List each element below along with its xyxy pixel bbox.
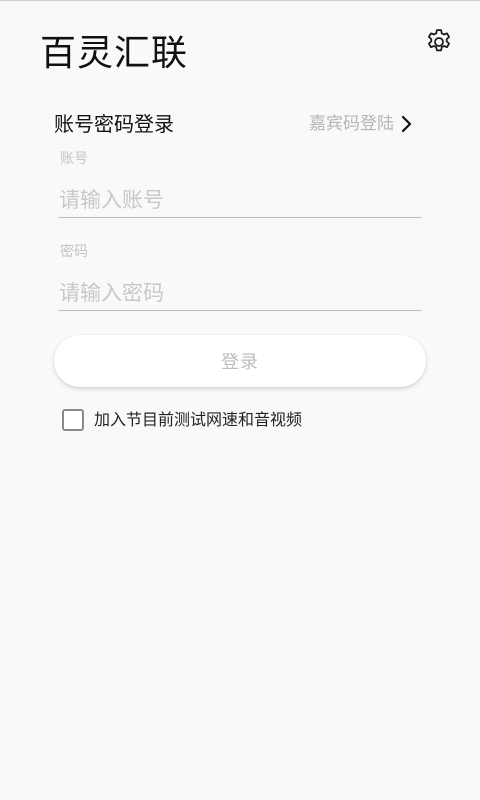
guest-code-login-label: 嘉宾码登陆: [309, 114, 394, 134]
network-test-option: 加入节目前测试网速和音视频: [62, 408, 302, 432]
settings-button[interactable]: [421, 24, 457, 60]
account-input[interactable]: [58, 182, 422, 218]
account-field: 账号: [58, 150, 422, 220]
account-label: 账号: [60, 151, 88, 167]
password-label: 密码: [60, 244, 88, 260]
chevron-right-icon: [400, 114, 414, 134]
login-mode-title: 账号密码登录: [54, 112, 174, 136]
login-mode-row: 账号密码登录 嘉宾码登陆: [54, 108, 414, 140]
guest-code-login-link[interactable]: 嘉宾码登陆: [309, 110, 414, 138]
network-test-checkbox[interactable]: [62, 409, 84, 431]
network-test-label: 加入节目前测试网速和音视频: [94, 410, 303, 429]
password-field: 密码: [58, 243, 422, 313]
password-input[interactable]: [58, 275, 422, 311]
gear-icon: [424, 27, 454, 57]
login-button-label: 登录: [221, 352, 259, 373]
top-divider: [0, 0, 480, 1]
app-title: 百灵汇联: [40, 33, 189, 74]
login-button[interactable]: 登录: [54, 335, 426, 387]
